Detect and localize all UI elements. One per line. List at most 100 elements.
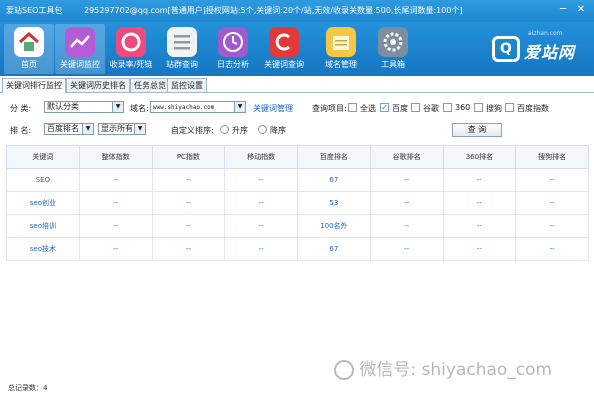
- table-cell: seo创业: [6, 191, 80, 215]
- toolbar-home-button[interactable]: 首页: [4, 24, 54, 74]
- account-info: 295297702@qq.com[普通用户]授权网站:5个,关键词:20个/站,…: [84, 6, 463, 15]
- wechat-watermark: 微信号: shiyachao_com: [334, 355, 552, 380]
- table-cell: --: [515, 237, 589, 261]
- sogou-label: 搜狗: [486, 104, 502, 113]
- toolbar-log-analysis-button[interactable]: 日志分析: [208, 24, 258, 74]
- tab-monitor-settings[interactable]: 监控设置: [167, 78, 207, 92]
- table-cell: --: [78, 168, 153, 192]
- category-select[interactable]: 默认分类 ▼: [44, 101, 124, 113]
- tab-strip: 关键词排行监控 关键词历史排名 任务总览 监控设置: [0, 78, 594, 93]
- custom-sort-label: 自定义排序:: [171, 126, 214, 135]
- tab-keyword-history[interactable]: 关键词历史排名: [66, 78, 130, 92]
- sogou-checkbox[interactable]: [474, 103, 483, 112]
- table-cell: --: [224, 191, 298, 215]
- table-cell: --: [78, 237, 153, 261]
- table-cell: --: [442, 237, 517, 261]
- chevron-down-icon: ▼: [234, 102, 245, 112]
- toolbar-label: 首页: [21, 60, 37, 69]
- sort-desc-radio[interactable]: [258, 125, 267, 134]
- table-row[interactable]: seo创业 -- -- -- 53 -- -- --: [6, 191, 589, 215]
- tab-keyword-rank-monitor[interactable]: 关键词排行监控: [2, 78, 66, 93]
- total-records: 总记录数：4: [8, 384, 48, 392]
- chart-icon: [65, 27, 95, 57]
- column-header[interactable]: 整体指数: [78, 145, 153, 169]
- toolbar-keyword-monitor-button[interactable]: 关键词监控: [55, 24, 105, 74]
- table-cell: --: [151, 214, 226, 238]
- table-cell: --: [369, 214, 444, 238]
- column-header[interactable]: 百度排名: [297, 145, 371, 169]
- logo-text: 爱站网: [524, 43, 576, 62]
- toolbar-label: 收录率/死链: [109, 60, 153, 69]
- column-header[interactable]: 关键词: [6, 145, 80, 169]
- table-cell: --: [442, 191, 517, 215]
- table-cell: seo技术: [6, 237, 80, 261]
- table-cell: --: [369, 168, 444, 192]
- category-value: 默认分类: [47, 102, 79, 111]
- watermark-text: 微信号: shiyachao_com: [359, 360, 553, 380]
- minimize-button[interactable]: ─: [556, 3, 570, 17]
- logo-sub: aizhan.com: [528, 30, 563, 37]
- select-all-checkbox[interactable]: [348, 103, 357, 112]
- keyword-rank-table: 关键词 整体指数 PC指数 移动指数 百度排名 谷歌排名 360排名 搜狗排名 …: [6, 145, 589, 261]
- keyword-manage-link[interactable]: 关键词管理: [253, 103, 293, 114]
- ring-icon: [116, 27, 146, 57]
- toolbar-label: 关键词监控: [60, 60, 100, 69]
- table-cell: --: [78, 191, 153, 215]
- table-cell: 100名外: [297, 214, 371, 238]
- show-filter-select[interactable]: 显示所有 ▼: [98, 123, 146, 135]
- toolbar-keyword-query-button[interactable]: 关键词查询: [259, 24, 309, 74]
- table-cell: --: [442, 168, 517, 192]
- column-header[interactable]: PC指数: [151, 145, 226, 169]
- table-cell: --: [515, 214, 589, 238]
- baidu-checkbox[interactable]: ✓: [380, 103, 389, 112]
- table-cell: --: [515, 191, 589, 215]
- toolbar-index-rate-button[interactable]: 收录率/死链: [106, 24, 156, 74]
- category-label: 分 类:: [10, 104, 32, 113]
- note-icon: [326, 27, 356, 57]
- c-icon: [269, 27, 299, 57]
- table-cell: 67: [297, 168, 371, 192]
- rank-value: 百度排名: [47, 124, 79, 133]
- sort-asc-radio[interactable]: [220, 125, 229, 134]
- home-icon: [14, 27, 44, 57]
- table-cell: --: [151, 191, 226, 215]
- logo-mark-icon: Q: [492, 36, 520, 62]
- tab-task-overview[interactable]: 任务总览: [130, 78, 170, 92]
- toolbar-domain-manage-button[interactable]: 域名管理: [316, 24, 366, 74]
- table-cell: --: [442, 214, 517, 238]
- toolbar-label: 站群查询: [166, 60, 198, 69]
- domain-select[interactable]: www.shiyachao.com ▼: [150, 101, 246, 113]
- google-checkbox[interactable]: [411, 103, 420, 112]
- toolbar-site-group-button[interactable]: 站群查询: [157, 24, 207, 74]
- baidu-index-checkbox[interactable]: [505, 103, 514, 112]
- chevron-down-icon: ▼: [134, 124, 145, 134]
- chevron-down-icon: ▼: [82, 124, 93, 134]
- table-cell: --: [78, 214, 153, 238]
- table-cell: --: [224, 168, 298, 192]
- show-filter-value: 显示所有: [101, 124, 133, 133]
- sort-asc-label: 升序: [232, 126, 248, 135]
- close-button[interactable]: ✕: [574, 3, 588, 17]
- table-row[interactable]: SEO -- -- -- 67 -- -- --: [6, 168, 589, 192]
- 360-label: 360: [455, 103, 471, 112]
- rank-select[interactable]: 百度排名 ▼: [44, 123, 94, 135]
- table-cell: --: [151, 168, 226, 192]
- domain-value: www.shiyachao.com: [153, 104, 215, 111]
- table-cell: 67: [297, 237, 371, 261]
- 360-checkbox[interactable]: [443, 103, 452, 112]
- table-cell: --: [369, 237, 444, 261]
- table-header-row: 关键词 整体指数 PC指数 移动指数 百度排名 谷歌排名 360排名 搜狗排名: [6, 145, 589, 169]
- domain-label: 域名:: [130, 104, 149, 113]
- column-header[interactable]: 360排名: [442, 145, 517, 169]
- column-header[interactable]: 移动指数: [224, 145, 298, 169]
- toolbar-label: 日志分析: [217, 60, 249, 69]
- column-header[interactable]: 搜狗排名: [515, 145, 589, 169]
- table-row[interactable]: seo培训 -- -- -- 100名外 -- -- --: [6, 214, 589, 238]
- app-title: 爱站SEO工具包: [6, 6, 63, 15]
- table-cell: --: [369, 191, 444, 215]
- column-header[interactable]: 谷歌排名: [369, 145, 444, 169]
- table-row[interactable]: seo技术 -- -- -- 67 -- -- --: [6, 237, 589, 261]
- table-cell: --: [151, 237, 226, 261]
- toolbar-toolbox-button[interactable]: 工具箱: [368, 24, 418, 74]
- query-button[interactable]: 查 询: [452, 123, 502, 137]
